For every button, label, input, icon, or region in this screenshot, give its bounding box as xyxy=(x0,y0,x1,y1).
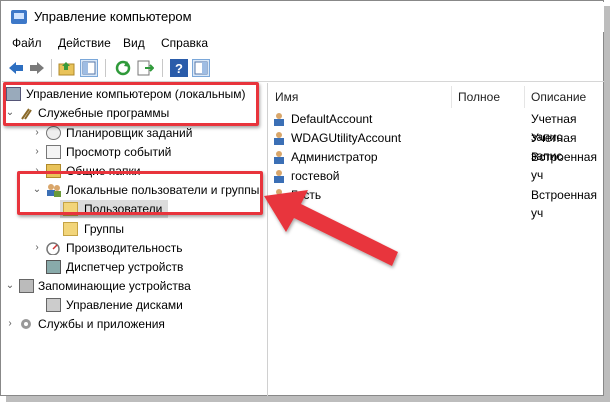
tree-item-task-scheduler[interactable]: › Планировщик заданий xyxy=(2,124,266,142)
list-item[interactable]: WDAGUtilityAccount Учетная запис xyxy=(269,129,604,163)
folder-icon xyxy=(63,222,78,236)
highlight-box-local-users xyxy=(17,171,263,215)
computer-management-icon xyxy=(11,10,27,24)
column-header-description[interactable]: Описание xyxy=(525,86,604,108)
chevron-right-icon[interactable]: › xyxy=(5,315,15,333)
show-hide-tree-icon[interactable] xyxy=(80,59,98,77)
toolbar-separator xyxy=(105,59,106,77)
tree-item-label: Службы и приложения xyxy=(38,317,165,331)
tree-item-storage[interactable]: ⌄ Запоминающие устройства xyxy=(2,277,266,295)
refresh-icon[interactable] xyxy=(114,59,132,77)
tree-item-label: Запоминающие устройства xyxy=(38,279,191,293)
tree-item-event-viewer[interactable]: › Просмотр событий xyxy=(2,143,266,161)
storage-icon xyxy=(19,279,34,293)
highlight-box-root xyxy=(3,82,259,126)
user-description: Встроенная уч xyxy=(531,188,597,220)
tree-item-label: Просмотр событий xyxy=(66,145,172,159)
user-name: Администратор xyxy=(291,150,378,164)
title-bar[interactable]: Управление компьютером xyxy=(2,2,604,32)
menu-file[interactable]: Файл xyxy=(12,36,42,50)
window: Управление компьютером Файл Действие Вид… xyxy=(0,0,604,396)
chevron-down-icon[interactable]: ⌄ xyxy=(5,277,15,295)
navigation-tree: Управление компьютером (локальным) ⌄ Слу… xyxy=(2,83,268,396)
services-icon xyxy=(19,317,34,331)
column-header-name[interactable]: Имя xyxy=(269,86,452,108)
forward-arrow-icon[interactable] xyxy=(28,59,46,77)
event-viewer-icon xyxy=(46,145,61,159)
disk-icon xyxy=(46,298,61,312)
list-item[interactable]: DefaultAccount Учетная запис xyxy=(269,110,604,144)
tree-item-label: Управление дисками xyxy=(66,298,183,312)
user-name: DefaultAccount xyxy=(291,112,373,126)
toolbar: ? xyxy=(2,55,604,82)
menu-view[interactable]: Вид xyxy=(123,36,145,50)
tree-item-label: Планировщик заданий xyxy=(66,126,193,140)
device-manager-icon xyxy=(46,260,61,274)
tree-item-performance[interactable]: › Производительность xyxy=(2,239,266,257)
chevron-right-icon[interactable]: › xyxy=(32,239,42,257)
user-icon xyxy=(272,112,287,126)
export-list-icon[interactable] xyxy=(136,59,155,77)
up-folder-icon[interactable] xyxy=(58,59,76,77)
list-item[interactable]: гостевой xyxy=(269,167,604,185)
tree-item-label: Группы xyxy=(84,222,124,236)
menu-bar: Файл Действие Вид Справка xyxy=(2,33,604,53)
tree-item-label: Диспетчер устройств xyxy=(66,260,184,274)
tree-item-disk-management[interactable]: Управление дисками xyxy=(2,296,266,314)
window-title: Управление компьютером xyxy=(34,9,192,24)
menu-action[interactable]: Действие xyxy=(58,36,111,50)
clock-icon xyxy=(46,126,61,140)
column-header-full-name[interactable]: Полное xyxy=(452,86,525,108)
toolbar-separator xyxy=(162,59,163,77)
chevron-right-icon[interactable]: › xyxy=(32,124,42,142)
user-icon xyxy=(272,150,287,164)
red-arrow-annotation xyxy=(264,190,398,266)
tree-item-device-manager[interactable]: Диспетчер устройств xyxy=(2,258,266,276)
chevron-right-icon[interactable]: › xyxy=(32,143,42,161)
help-icon[interactable]: ? xyxy=(170,59,188,77)
user-icon xyxy=(272,131,287,145)
back-arrow-icon[interactable] xyxy=(7,59,25,77)
tree-item-label: Производительность xyxy=(66,241,183,255)
user-name: WDAGUtilityAccount xyxy=(291,131,402,145)
user-name: гостевой xyxy=(291,169,340,183)
list-item[interactable]: Администратор Встроенная уч xyxy=(269,148,604,182)
menu-help[interactable]: Справка xyxy=(161,36,208,50)
svg-text:?: ? xyxy=(175,61,183,76)
tree-item-services[interactable]: › Службы и приложения xyxy=(2,315,266,333)
tree-item-groups[interactable]: Группы xyxy=(2,220,266,238)
user-icon xyxy=(272,169,287,183)
show-action-pane-icon[interactable] xyxy=(192,59,210,77)
toolbar-separator xyxy=(51,59,52,77)
performance-icon xyxy=(46,241,61,256)
